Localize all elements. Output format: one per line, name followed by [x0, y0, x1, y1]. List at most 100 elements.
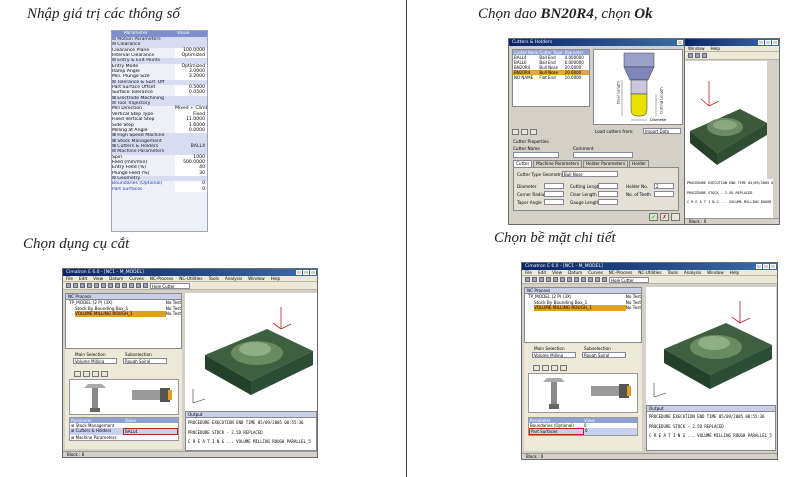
redo-icon[interactable]: [101, 283, 106, 288]
close-icon[interactable]: [770, 264, 776, 269]
undo-icon[interactable]: [553, 277, 558, 282]
holder-no-field[interactable]: 2: [654, 183, 674, 189]
toolbar-icon[interactable]: [688, 53, 693, 58]
wire-icon[interactable]: [602, 277, 607, 282]
grid-row-selected[interactable]: ⊞ Cutters & Holders BALL4: [70, 428, 178, 435]
menu-nc-utilities[interactable]: NC-Utilities: [179, 276, 202, 281]
close-icon[interactable]: [772, 40, 778, 45]
taper-angle-field[interactable]: [544, 199, 564, 205]
holder-icon[interactable]: [83, 371, 90, 377]
wire-icon[interactable]: [143, 283, 148, 288]
menu-file[interactable]: File: [66, 276, 73, 281]
cutter-combo[interactable]: Hole Cutter: [609, 276, 649, 283]
menu-edit[interactable]: Edit: [538, 270, 546, 275]
menu-window[interactable]: Window: [688, 46, 705, 51]
apply-icon[interactable]: [671, 213, 680, 221]
save-icon[interactable]: [80, 283, 85, 288]
grid-row[interactable]: ⊞ Machine Parameters: [70, 435, 178, 440]
corner-radius-field[interactable]: [544, 191, 564, 197]
tool-icon[interactable]: [533, 365, 540, 371]
new-cutter-icon[interactable]: [512, 129, 519, 135]
save-icon[interactable]: [539, 277, 544, 282]
no-teeth-field[interactable]: [654, 191, 674, 197]
cutting-length-field[interactable]: [598, 183, 618, 189]
tool-icon[interactable]: [74, 371, 81, 377]
copy-cutter-icon[interactable]: [521, 129, 528, 135]
menu-datum[interactable]: Datum: [568, 270, 582, 275]
pan-icon[interactable]: [574, 277, 579, 282]
main-selection-select[interactable]: Volume Milling: [532, 352, 576, 358]
menu-tools[interactable]: Tools: [668, 270, 678, 275]
menu-nc-process[interactable]: NC-Process: [150, 276, 173, 281]
maximize-icon[interactable]: [765, 40, 771, 45]
tree-item-selected[interactable]: VOLUME MILLING ROUGH_1 No Test: [69, 311, 181, 317]
ok-check-icon[interactable]: ✓: [649, 213, 658, 221]
fit-icon[interactable]: [588, 277, 593, 282]
cutter-list[interactable]: Cutter Name Cutter Type Diameter BALL4 Ba…: [512, 49, 590, 107]
menu-curves[interactable]: Curves: [588, 270, 603, 275]
tree-item-selected[interactable]: VOLUME MILLING ROUGH_1 No Test: [528, 305, 641, 311]
menu-analysis[interactable]: Analysis: [684, 270, 701, 275]
new-icon[interactable]: [66, 283, 71, 288]
comment-field[interactable]: [573, 152, 633, 158]
shade-icon[interactable]: [136, 283, 141, 288]
3d-viewport[interactable]: [646, 287, 776, 405]
redo-icon[interactable]: [560, 277, 565, 282]
fit-icon[interactable]: [129, 283, 134, 288]
undo-icon[interactable]: [94, 283, 99, 288]
menu-datum[interactable]: Datum: [109, 276, 123, 281]
menu-nc-utilities[interactable]: NC-Utilities: [638, 270, 661, 275]
menu-file[interactable]: File: [525, 270, 532, 275]
toolbar-icon[interactable]: [695, 53, 700, 58]
menu-window[interactable]: Window: [707, 270, 724, 275]
menu-edit[interactable]: Edit: [79, 276, 87, 281]
cutter-type-select[interactable]: Bull Nose: [562, 171, 618, 177]
subselection-select[interactable]: Rough Spiral: [582, 352, 626, 358]
close-icon[interactable]: [310, 270, 316, 275]
minimize-icon[interactable]: [296, 270, 302, 275]
cutter-combo[interactable]: Hole Cutter: [150, 282, 190, 289]
cutter-name-field[interactable]: [513, 152, 559, 158]
diameter-field[interactable]: [544, 183, 564, 189]
menu-analysis[interactable]: Analysis: [225, 276, 242, 281]
rotate-icon[interactable]: [581, 277, 586, 282]
rotate-icon[interactable]: [122, 283, 127, 288]
3d-viewport[interactable]: [685, 61, 767, 179]
new-icon[interactable]: [525, 277, 530, 282]
zoom-icon[interactable]: [567, 277, 572, 282]
open-icon[interactable]: [73, 283, 78, 288]
pan-icon[interactable]: [115, 283, 120, 288]
zoom-icon[interactable]: [108, 283, 113, 288]
menu-help[interactable]: Help: [271, 276, 281, 281]
menu-view[interactable]: View: [552, 270, 562, 275]
toolbar-icon[interactable]: [702, 53, 707, 58]
close-icon[interactable]: [677, 40, 683, 45]
delete-cutter-icon[interactable]: [530, 129, 537, 135]
3d-viewport[interactable]: [185, 293, 317, 411]
nc-tree[interactable]: TP_MODEL (2 P) (3X) No Test Stock By Boun…: [525, 294, 641, 311]
print-icon[interactable]: [546, 277, 551, 282]
cancel-x-icon[interactable]: ✗: [660, 213, 669, 221]
grid-row-selected[interactable]: Part Surfaces 0: [529, 428, 637, 435]
minimize-icon[interactable]: [758, 40, 764, 45]
clear-length-field[interactable]: [598, 191, 618, 197]
params-icon[interactable]: [551, 365, 558, 371]
menu-tools[interactable]: Tools: [209, 276, 219, 281]
print-icon[interactable]: [87, 283, 92, 288]
menu-help[interactable]: Help: [730, 270, 740, 275]
shade-icon[interactable]: [595, 277, 600, 282]
menu-curves[interactable]: Curves: [129, 276, 144, 281]
maximize-icon[interactable]: [763, 264, 769, 269]
subselection-select[interactable]: Rough Spiral: [123, 358, 167, 364]
preview-icon[interactable]: [101, 371, 108, 377]
holder-icon[interactable]: [542, 365, 549, 371]
menu-window[interactable]: Window: [248, 276, 265, 281]
menu-nc-process[interactable]: NC-Process: [609, 270, 632, 275]
load-cutters-select[interactable]: Import Data: [643, 128, 681, 134]
params-icon[interactable]: [92, 371, 99, 377]
menu-view[interactable]: View: [93, 276, 103, 281]
preview-icon[interactable]: [560, 365, 567, 371]
main-selection-select[interactable]: Volume Milling: [73, 358, 117, 364]
maximize-icon[interactable]: [303, 270, 309, 275]
open-icon[interactable]: [532, 277, 537, 282]
